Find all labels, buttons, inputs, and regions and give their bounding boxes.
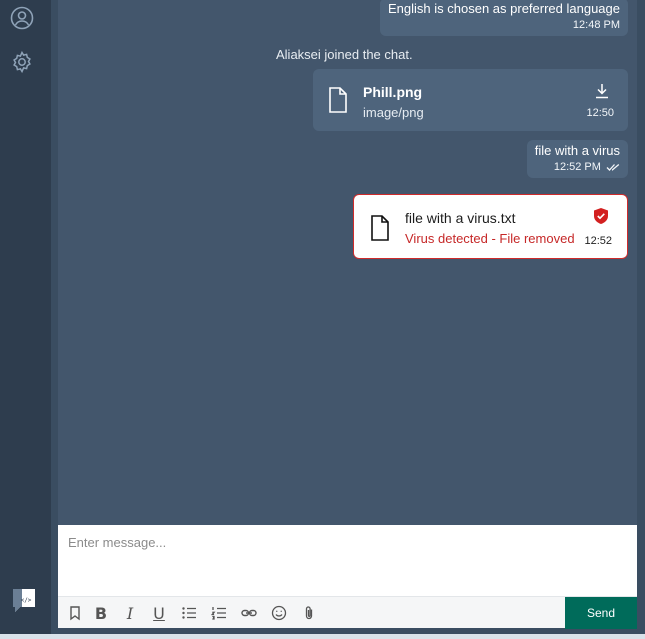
chat-logo-icon: </> [13,589,35,612]
virus-warning: Virus detected - File removed [405,231,575,246]
numbered-list-icon [211,607,226,620]
message-list[interactable]: English is chosen as preferred language … [58,0,637,525]
bookmark-icon [70,606,80,621]
emoji-button[interactable] [268,602,290,624]
sidebar: </> [0,0,51,634]
download-icon[interactable] [594,83,610,99]
gear-icon [13,50,31,74]
bookmark-button[interactable] [64,602,86,624]
bold-button[interactable]: B [90,602,112,624]
file-type: image/png [363,105,424,120]
message-composer [58,525,637,596]
message-input[interactable] [58,525,637,596]
user-circle-icon [10,6,34,30]
file-message[interactable]: Phill.png image/png 12:50 [313,69,628,131]
numbered-list-button[interactable] [208,602,230,624]
message-text: English is chosen as preferred language [388,1,620,16]
file-time: 12:50 [586,107,614,119]
bullet-list-icon [182,607,196,619]
file-icon [371,215,389,241]
double-check-icon [606,164,620,172]
file-icon [329,87,347,113]
link-button[interactable] [238,602,260,624]
svg-text:</>: </> [21,597,32,604]
underline-button[interactable]: U [148,602,170,624]
send-button[interactable]: Send [565,597,637,629]
shield-check-icon [594,208,608,224]
virus-file-time: 12:52 [584,235,612,247]
virus-file-name: file with a virus.txt [405,210,516,226]
virus-file-message[interactable]: file with a virus.txt Virus detected - F… [353,194,628,259]
profile-button[interactable] [9,5,35,31]
system-message: Aliaksei joined the chat. [276,47,413,62]
settings-button[interactable] [9,49,35,75]
formatting-toolbar: B I U Send [58,596,637,629]
message-time: 12:52 PM [535,161,620,173]
italic-button[interactable]: I [119,602,141,624]
paperclip-icon [305,606,313,620]
bullet-list-button[interactable] [178,602,200,624]
message-text: file with a virus [534,143,620,158]
window-bottom-edge [0,634,645,639]
attach-button[interactable] [298,602,320,624]
message-bubble: file with a virus 12:52 PM [526,140,628,178]
link-icon [241,609,257,617]
file-name: Phill.png [363,84,423,100]
brand-logo: </> [10,586,38,614]
message-time-text: 12:52 PM [553,161,601,173]
smiley-icon [271,605,287,621]
message-bubble: English is chosen as preferred language … [380,0,628,36]
message-time: 12:48 PM [572,19,620,31]
